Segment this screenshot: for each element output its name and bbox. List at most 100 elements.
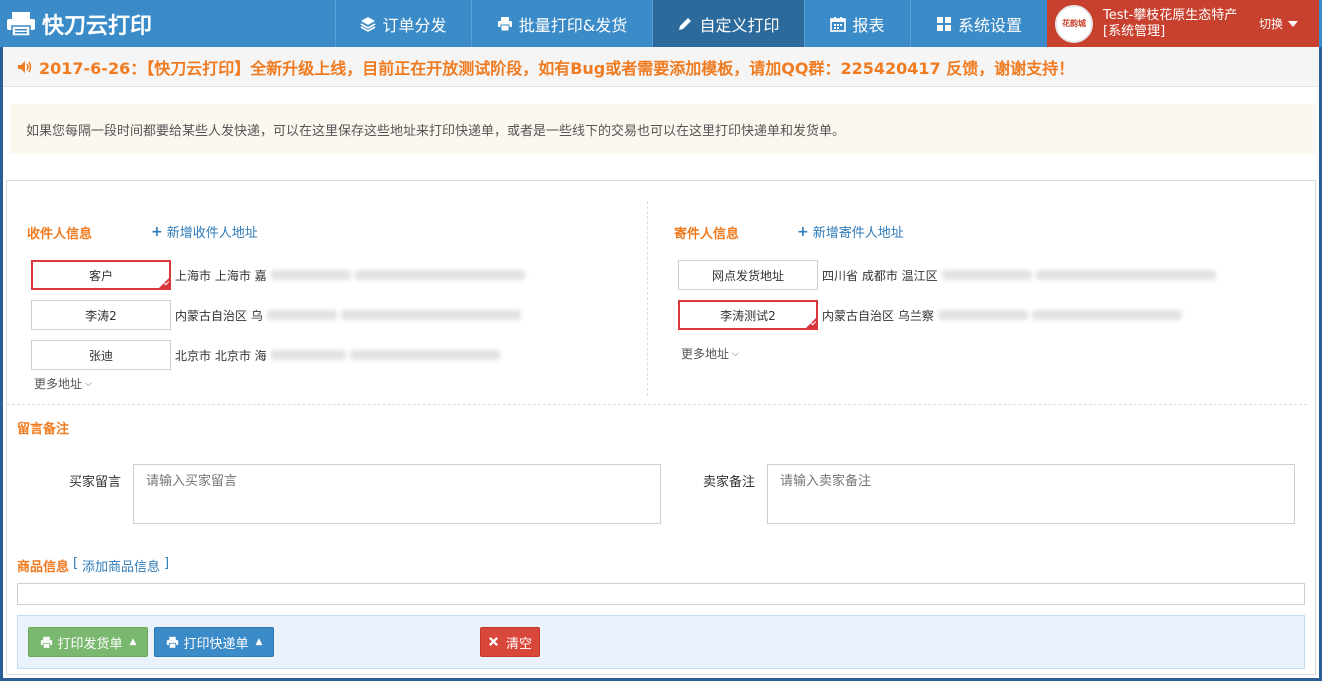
redacted-text: [1031, 310, 1182, 320]
goods-bracket-close: ]: [164, 556, 170, 571]
section-divider: [7, 404, 1307, 405]
sender-address-text: 内蒙古自治区 乌兰察: [822, 300, 1182, 330]
app-title: 快刀云打印: [42, 13, 153, 39]
nav-label: 订单分发: [382, 15, 447, 35]
switch-label: 切换: [1259, 17, 1284, 31]
sender-address-button[interactable]: 网点发货地址: [678, 260, 818, 290]
avatar: 花韵城: [1055, 4, 1093, 43]
redacted-text: [937, 310, 1028, 320]
redacted-text: [1035, 270, 1216, 280]
nav-label: 系统设置: [957, 15, 1022, 35]
add-receiver-label: 新增收件人地址: [166, 226, 258, 241]
close-icon: [488, 636, 501, 649]
printer-icon: [166, 636, 179, 649]
pencil-icon: [677, 16, 693, 32]
nav-order-dispatch[interactable]: 订单分发: [335, 0, 471, 47]
printer-icon: [40, 636, 53, 649]
receiver-address-button[interactable]: 张迪: [31, 340, 171, 370]
top-navigation: 快刀云打印 订单分发 批量打印&发货 自定义打印 报表 系统设置 花韵城 Tes…: [0, 0, 1322, 47]
nav-custom-print[interactable]: 自定义打印: [652, 0, 804, 47]
redacted-text: [270, 270, 351, 280]
buyer-message-label: 买家留言: [69, 475, 122, 490]
print-invoice-label: 打印发货单: [57, 636, 123, 652]
chevron-down-icon: ⌵: [732, 348, 739, 359]
speaker-icon: [18, 60, 32, 73]
add-sender-link[interactable]: + 新增寄件人地址: [797, 222, 904, 242]
receiver-name: 客户: [88, 268, 113, 283]
info-tip-text: 如果您每隔一段时间都要给某些人发快递，可以在这里保存这些地址来打印快递单，或者是…: [26, 123, 846, 139]
avatar-text: 花韵城: [1062, 19, 1086, 28]
user-role: [系统管理]: [1103, 23, 1166, 39]
switch-account-button[interactable]: 切换: [1259, 15, 1299, 32]
seller-note-input[interactable]: [767, 464, 1295, 524]
redacted-text: [266, 310, 337, 320]
receiver-address-button[interactable]: 客户: [31, 260, 171, 290]
brand[interactable]: 快刀云打印: [0, 0, 335, 47]
receiver-address: 内蒙古自治区 乌: [175, 308, 263, 323]
nav-label: 自定义打印: [699, 15, 780, 35]
goods-list: [17, 583, 1305, 605]
grid-icon: [936, 16, 952, 32]
receiver-title: 收件人信息: [27, 227, 93, 242]
announcement-text: 2017-6-26：【快刀云打印】全新升级上线，目前正在开放测试阶段，如有Bug…: [39, 58, 1075, 78]
selected-check-icon: [805, 317, 817, 329]
chevron-up-icon: ▲: [255, 637, 263, 647]
receiver-address-text: 内蒙古自治区 乌: [175, 300, 521, 330]
chevron-down-icon: ⌵: [85, 378, 92, 389]
sender-address-button[interactable]: 李涛测试2: [678, 300, 818, 330]
sender-address-text: 四川省 成都市 温江区: [822, 260, 1216, 290]
nav-reports[interactable]: 报表: [804, 0, 910, 47]
receiver-address: 北京市 北京市 海: [175, 348, 267, 363]
custom-print-panel: 收件人信息 + 新增收件人地址 客户 上海市 上海市 嘉 李涛2 内蒙古自治区 …: [6, 180, 1316, 675]
info-tip: 如果您每隔一段时间都要给某些人发快递，可以在这里保存这些地址来打印快递单，或者是…: [10, 104, 1316, 154]
nav-label: 报表: [852, 15, 885, 35]
user-name: Test-攀枝花原生态特产 [系统管理]: [1103, 8, 1255, 40]
sender-address: 四川省 成都市 温江区: [822, 268, 938, 283]
print-express-button[interactable]: 打印快递单 ▲: [154, 627, 274, 657]
add-sender-label: 新增寄件人地址: [812, 226, 904, 241]
sender-name: 李涛测试2: [720, 308, 776, 323]
plus-icon: +: [151, 223, 163, 240]
receiver-name: 张迪: [88, 348, 113, 363]
add-receiver-link[interactable]: + 新增收件人地址: [151, 222, 258, 242]
goods-bracket-open: [: [73, 556, 79, 571]
announcement-bar: 2017-6-26：【快刀云打印】全新升级上线，目前正在开放测试阶段，如有Bug…: [3, 47, 1319, 87]
buyer-message-input[interactable]: [133, 464, 661, 524]
more-label: 更多地址: [681, 347, 730, 361]
goods-title: 商品信息: [17, 560, 70, 575]
receiver-more-link[interactable]: 更多地址 ⌵: [34, 375, 92, 392]
caret-down-icon: [1288, 20, 1299, 27]
redacted-text: [340, 310, 521, 320]
remarks-title: 留言备注: [17, 422, 70, 437]
layers-icon: [360, 16, 376, 32]
plus-icon: +: [797, 223, 809, 240]
nav-label: 批量打印&发货: [518, 15, 628, 35]
clear-button[interactable]: 清空: [480, 627, 540, 657]
sender-name: 网点发货地址: [711, 268, 784, 283]
clear-label: 清空: [505, 636, 532, 652]
calendar-icon: [830, 16, 847, 32]
nav-settings[interactable]: 系统设置: [910, 0, 1047, 47]
printer-icon: [497, 16, 513, 32]
print-express-label: 打印快递单: [183, 636, 249, 652]
receiver-address-button[interactable]: 李涛2: [31, 300, 171, 330]
sender-more-link[interactable]: 更多地址 ⌵: [681, 345, 739, 362]
redacted-text: [270, 350, 346, 360]
user-name-line1: Test-攀枝花原生态特产: [1103, 7, 1238, 23]
sender-address: 内蒙古自治区 乌兰察: [822, 308, 934, 323]
seller-note-label: 卖家备注: [703, 475, 756, 490]
print-invoice-button[interactable]: 打印发货单 ▲: [28, 627, 148, 657]
user-menu[interactable]: 花韵城 Test-攀枝花原生态特产 [系统管理] 切换: [1047, 0, 1319, 47]
sender-title: 寄件人信息: [674, 227, 740, 242]
more-label: 更多地址: [34, 377, 83, 391]
nav-batch-print[interactable]: 批量打印&发货: [471, 0, 652, 47]
add-goods-link[interactable]: 添加商品信息: [82, 556, 160, 575]
receiver-address-text: 上海市 上海市 嘉: [175, 260, 525, 290]
receiver-name: 李涛2: [85, 308, 117, 323]
receiver-address: 上海市 上海市 嘉: [175, 268, 267, 283]
printer-logo-icon: [7, 11, 35, 37]
chevron-up-icon: ▲: [129, 637, 137, 647]
column-divider: [647, 201, 648, 396]
receiver-address-text: 北京市 北京市 海: [175, 340, 500, 370]
action-bar: 打印发货单 ▲ 打印快递单 ▲ 清空: [17, 615, 1305, 669]
